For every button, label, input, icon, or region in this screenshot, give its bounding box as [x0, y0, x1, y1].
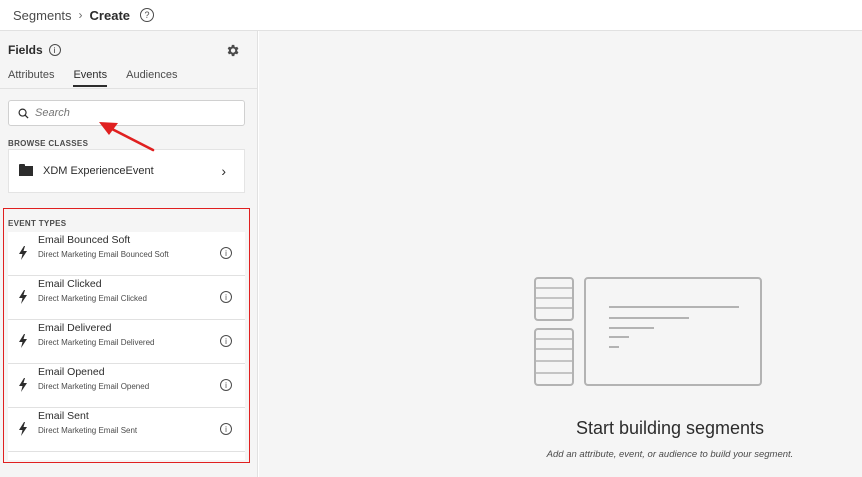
event-types-highlight	[3, 208, 250, 463]
tab-events[interactable]: Events	[73, 69, 107, 87]
breadcrumb-current: Create	[89, 7, 131, 23]
tabs-divider	[0, 88, 257, 89]
help-icon[interactable]: ?	[140, 8, 155, 22]
chevron-right-icon: ›	[221, 163, 226, 179]
empty-state-illustration	[534, 277, 762, 386]
search-icon	[18, 108, 29, 119]
search-input[interactable]	[35, 107, 235, 119]
folder-icon	[19, 164, 33, 176]
tab-audiences[interactable]: Audiences	[126, 69, 177, 86]
info-icon[interactable]: i	[48, 44, 61, 56]
field-tabs: Attributes Events Audiences	[8, 69, 196, 87]
class-item-xdm-experienceevent[interactable]: XDM ExperienceEvent ›	[8, 149, 245, 193]
breadcrumb-segments[interactable]: Segments	[13, 8, 72, 23]
top-bar: Segments › Create ?	[0, 0, 862, 31]
empty-state-title: Start building segments	[575, 418, 765, 438]
browse-classes-label: BROWSE CLASSES	[8, 139, 89, 148]
breadcrumb-separator: ›	[78, 8, 83, 22]
tab-attributes[interactable]: Attributes	[8, 69, 54, 86]
annotation-arrow-icon	[99, 122, 155, 152]
empty-state-subtitle: Add an attribute, event, or audience to …	[546, 449, 794, 460]
segment-canvas	[259, 31, 862, 477]
fields-header: Fields i	[8, 43, 61, 57]
fields-title: Fields	[8, 43, 43, 57]
gear-icon[interactable]	[225, 43, 240, 58]
class-item-label: XDM ExperienceEvent	[43, 165, 154, 177]
fields-sidebar: Fields i Attributes Events Audiences BRO…	[0, 31, 258, 477]
